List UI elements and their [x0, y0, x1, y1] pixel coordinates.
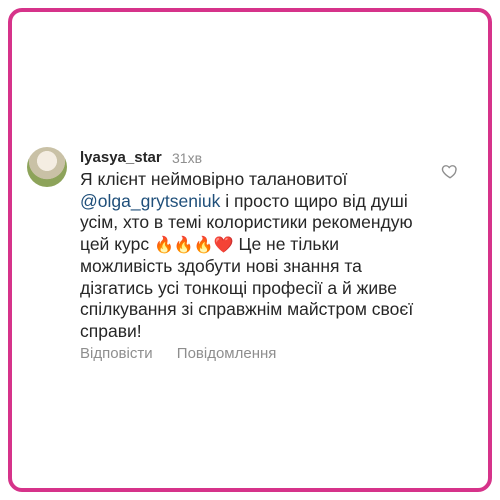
- username[interactable]: lyasya_star: [80, 149, 162, 166]
- comment-time: 31хв: [172, 150, 203, 166]
- comment: lyasya_star 31хв Я клієнт неймовірно тал…: [24, 143, 470, 373]
- comment-actions: Відповісти Повідомлення: [80, 345, 296, 362]
- heart-outline-icon[interactable]: [441, 162, 459, 180]
- reply-button[interactable]: Відповісти: [80, 345, 153, 362]
- emoji-group: 🔥🔥🔥❤️: [153, 236, 234, 254]
- comment-text: Я клієнт неймовірно талановитої @olga_gr…: [80, 169, 420, 342]
- avatar[interactable]: [27, 147, 67, 187]
- message-button[interactable]: Повідомлення: [177, 345, 277, 362]
- comment-text-part1: Я клієнт неймовірно талановитої: [80, 169, 348, 189]
- mention-link[interactable]: @olga_grytseniuk: [80, 191, 220, 211]
